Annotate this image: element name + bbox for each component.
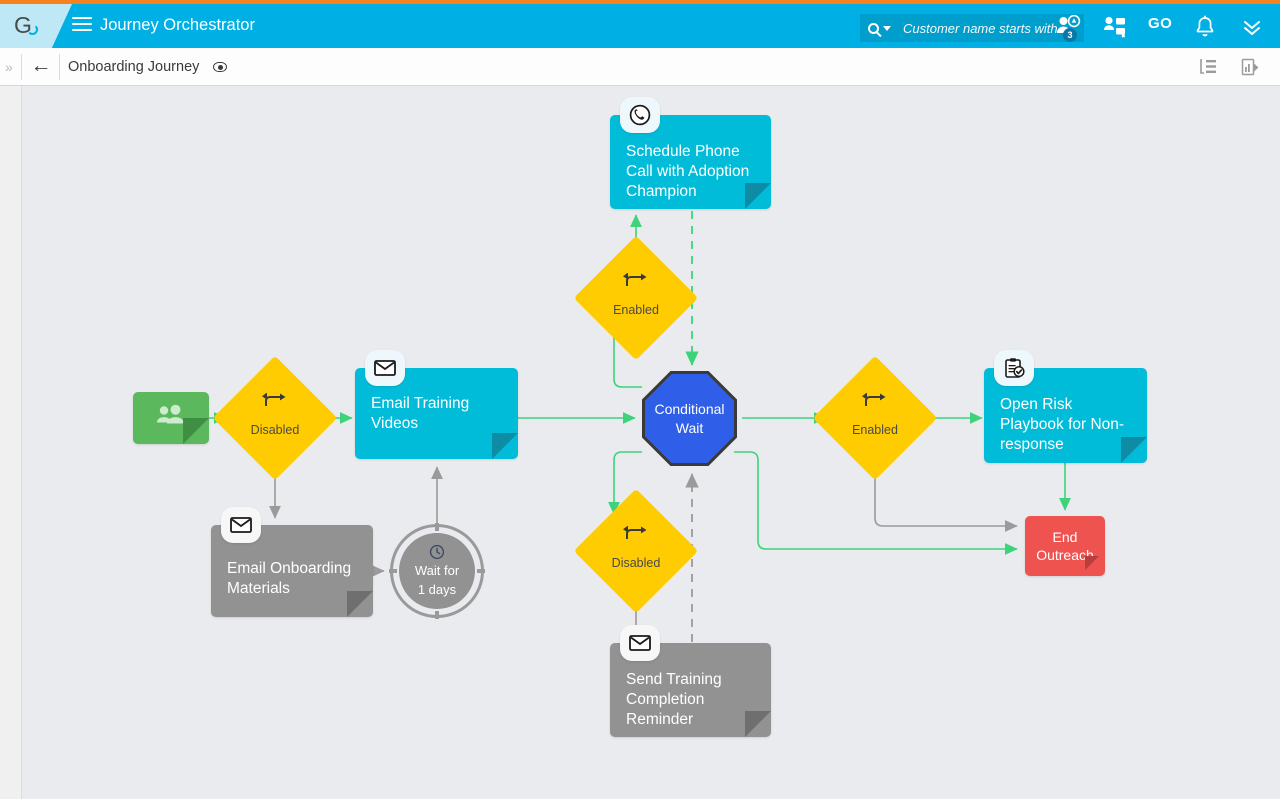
- clock-icon: [429, 544, 445, 560]
- card-fold: [745, 711, 771, 737]
- journey-canvas[interactable]: Disabled Email Training Videos: [22, 86, 1280, 799]
- list-view-icon[interactable]: [1198, 57, 1218, 77]
- diamond-content: Disabled: [231, 374, 319, 462]
- card-fold: [347, 591, 373, 617]
- wait-tick: [477, 569, 485, 573]
- caret-down-icon[interactable]: [883, 26, 891, 31]
- header-icon-group: 3 GO: [1056, 12, 1266, 44]
- node-wait[interactable]: Wait for 1 days: [390, 524, 484, 618]
- conditional-wait-line-1: Conditional: [654, 401, 724, 417]
- node-send-training-reminder[interactable]: Send Training Completion Reminder: [610, 643, 771, 737]
- envelope-icon: [629, 635, 651, 651]
- app-header: G Journey Orchestrator 3: [0, 4, 1280, 48]
- clipboard-check-icon: [1003, 357, 1025, 379]
- notifications-bell-icon[interactable]: [1194, 15, 1220, 41]
- conditional-wait-line-2: Wait: [676, 420, 703, 436]
- decision-label: Disabled: [612, 556, 661, 570]
- user-alert-badge: 3: [1063, 28, 1077, 42]
- wait-line-2: 1 days: [418, 581, 456, 599]
- search-icon[interactable]: [868, 23, 891, 34]
- envelope-icon-badge: [620, 625, 660, 661]
- envelope-icon-badge: [365, 350, 405, 386]
- page-toolbar: » ← Onboarding Journey: [0, 48, 1280, 86]
- phone-icon-badge: [620, 97, 660, 133]
- card-fold: [1085, 556, 1105, 576]
- go-icon[interactable]: GO: [1148, 15, 1174, 41]
- node-label: Send Training Completion Reminder: [626, 670, 759, 730]
- logo-accent-arc: [27, 24, 38, 35]
- node-label: Email Onboarding Materials: [227, 559, 361, 599]
- branch-icon: [623, 273, 649, 289]
- envelope-icon: [374, 360, 396, 376]
- envelope-icon-badge: [221, 507, 261, 543]
- node-conditional-wait[interactable]: Conditional Wait: [642, 371, 737, 466]
- node-label: Open Risk Playbook for Non-response: [1000, 395, 1135, 455]
- node-decision-disabled-bottom[interactable]: Disabled: [592, 507, 680, 595]
- phone-icon: [629, 104, 651, 126]
- org-chart-icon[interactable]: [1102, 15, 1128, 41]
- start-node-card[interactable]: [133, 392, 209, 444]
- global-search[interactable]: [860, 14, 1084, 42]
- node-email-onboarding-materials[interactable]: Email Onboarding Materials: [211, 525, 373, 617]
- eye-icon[interactable]: [213, 62, 227, 72]
- chevron-double-right-icon[interactable]: »: [5, 59, 13, 75]
- report-chart-icon[interactable]: [1240, 57, 1260, 77]
- card-fold: [183, 418, 209, 444]
- send-reminder-card[interactable]: Send Training Completion Reminder: [610, 643, 771, 737]
- diamond-content: Disabled: [592, 507, 680, 595]
- email-onboarding-card[interactable]: Email Onboarding Materials: [211, 525, 373, 617]
- diamond-content: Enabled: [592, 254, 680, 342]
- toolbar-divider: [21, 54, 22, 80]
- app-title: Journey Orchestrator: [100, 16, 255, 35]
- user-alert-icon[interactable]: 3: [1056, 15, 1082, 41]
- diamond-content: Enabled: [831, 374, 919, 462]
- canvas-inner: Disabled Email Training Videos: [22, 86, 1280, 799]
- chevron-double-down-icon[interactable]: [1240, 15, 1266, 41]
- end-outreach-card[interactable]: End Outreach: [1025, 516, 1105, 576]
- branch-icon: [862, 393, 888, 409]
- branch-icon: [623, 526, 649, 542]
- node-schedule-phone-call[interactable]: Schedule Phone Call with Adoption Champi…: [610, 115, 771, 209]
- octagon-text: Conditional Wait: [654, 400, 724, 438]
- schedule-call-card[interactable]: Schedule Phone Call with Adoption Champi…: [610, 115, 771, 209]
- decision-label: Enabled: [613, 303, 659, 317]
- decision-label: Disabled: [251, 423, 300, 437]
- clipboard-check-icon-badge: [994, 350, 1034, 386]
- back-arrow-icon[interactable]: ←: [30, 56, 52, 78]
- node-decision-enabled-top[interactable]: Enabled: [592, 254, 680, 342]
- search-input[interactable]: [903, 21, 1073, 36]
- node-label: Email Training Videos: [371, 394, 506, 434]
- node-end-outreach[interactable]: End Outreach: [1025, 516, 1105, 576]
- card-fold: [492, 433, 518, 459]
- node-decision-enabled-right[interactable]: Enabled: [831, 374, 919, 462]
- left-rail: [0, 86, 22, 799]
- wait-line-1: Wait for: [415, 562, 459, 580]
- wait-body[interactable]: Wait for 1 days: [399, 533, 475, 609]
- node-label: Schedule Phone Call with Adoption Champi…: [626, 142, 759, 202]
- branch-icon: [262, 393, 288, 409]
- wait-tick: [435, 611, 439, 619]
- wait-tick: [435, 523, 439, 531]
- logo-tab[interactable]: G: [0, 4, 72, 48]
- node-start[interactable]: [133, 392, 209, 444]
- card-fold: [1121, 437, 1147, 463]
- card-fold: [745, 183, 771, 209]
- page-title: Onboarding Journey: [68, 59, 199, 75]
- hamburger-icon[interactable]: [72, 17, 92, 35]
- node-decision-disabled-1[interactable]: Disabled: [231, 374, 319, 462]
- decision-label: Enabled: [852, 423, 898, 437]
- toolbar-divider: [59, 54, 60, 80]
- open-risk-card[interactable]: Open Risk Playbook for Non-response: [984, 368, 1147, 463]
- envelope-icon: [230, 517, 252, 533]
- node-email-training-videos[interactable]: Email Training Videos: [355, 368, 518, 459]
- node-open-risk-playbook[interactable]: Open Risk Playbook for Non-response: [984, 368, 1147, 463]
- wait-tick: [389, 569, 397, 573]
- email-training-card[interactable]: Email Training Videos: [355, 368, 518, 459]
- toolbar-right-icons: [1198, 57, 1260, 77]
